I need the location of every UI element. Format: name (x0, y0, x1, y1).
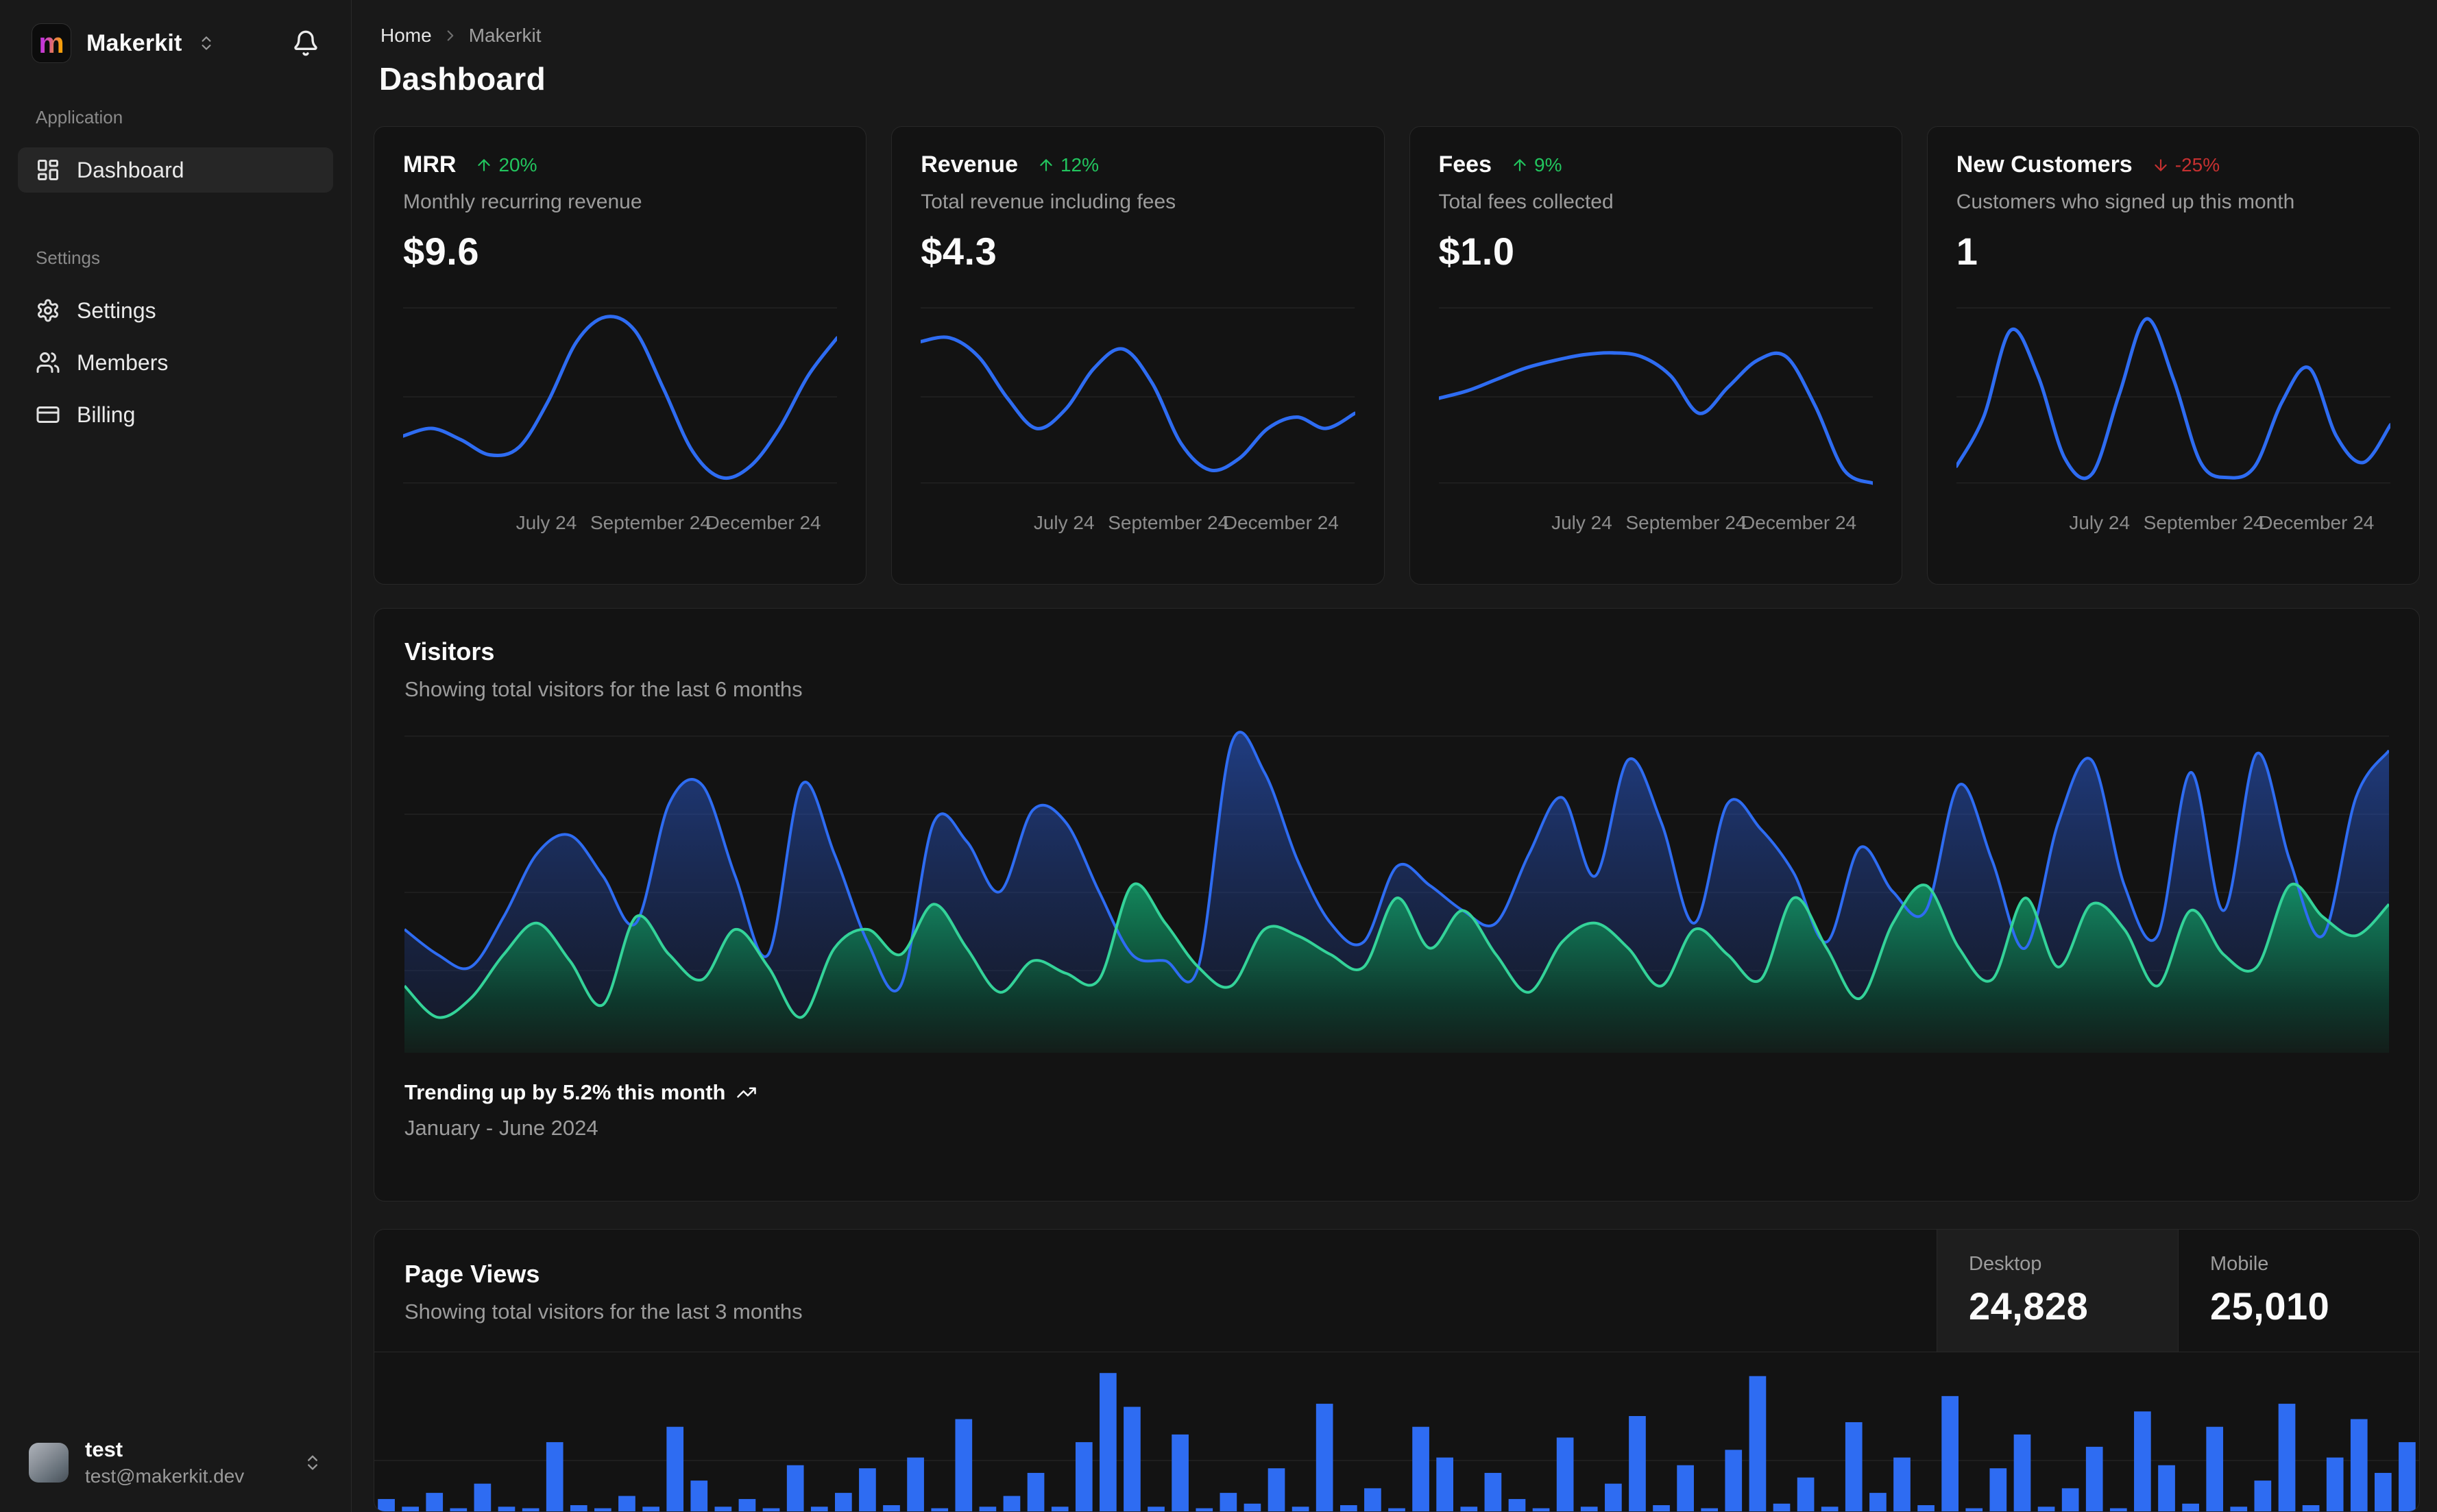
stat-cards-row: MRR 20% Monthly recurring revenue $9.6 J… (374, 126, 2420, 585)
toggle-mobile[interactable]: Mobile 25,010 (2178, 1230, 2419, 1352)
x-axis-labels: July 24September 24December 24 (921, 512, 1355, 537)
nav-section-settings: Settings Settings Members Billing (18, 247, 333, 444)
visitors-trend-text: Trending up by 5.2% this month (404, 1080, 725, 1105)
visitors-title: Visitors (404, 637, 2389, 666)
page-views-card: Page Views Showing total visitors for th… (374, 1229, 2420, 1512)
x-axis-labels: July 24September 24December 24 (1956, 512, 2390, 537)
breadcrumb-current: Makerkit (469, 25, 542, 47)
gear-icon (36, 298, 60, 323)
toggle-value: 25,010 (2210, 1284, 2388, 1328)
stat-value: $1.0 (1439, 229, 1873, 273)
toggle-label: Desktop (1969, 1253, 2146, 1276)
section-label: Application (18, 107, 333, 128)
user-menu[interactable]: test test@makerkit.dev (18, 1430, 333, 1494)
user-name: test (85, 1437, 244, 1462)
stat-title: MRR (403, 151, 456, 178)
main-content: Home Makerkit Dashboard MRR 20% Monthly … (352, 0, 2437, 1512)
sidebar-item-billing[interactable]: Billing (18, 392, 333, 437)
chevrons-up-down-icon (303, 1453, 322, 1472)
sidebar: m Makerkit Application Dashboard Setting… (0, 0, 352, 1512)
stat-card-revenue: Revenue 12% Total revenue including fees… (891, 126, 1384, 585)
nav-section-application: Application Dashboard (18, 107, 333, 199)
arrow-down-icon (2152, 156, 2170, 174)
stat-delta: 9% (1511, 154, 1562, 176)
stat-delta: 12% (1037, 154, 1099, 176)
toggle-label: Mobile (2210, 1253, 2388, 1276)
credit-card-icon (36, 402, 60, 427)
fees-sparkline-chart (1439, 294, 1873, 502)
stat-description: Total fees collected (1439, 191, 1873, 214)
visitors-date-range: January - June 2024 (404, 1116, 2389, 1141)
sidebar-item-label: Members (77, 350, 168, 376)
stat-title: Revenue (921, 151, 1018, 178)
stat-title: Fees (1439, 151, 1492, 178)
page-views-bar-chart (374, 1352, 2419, 1511)
chevron-right-icon (441, 27, 459, 45)
arrow-up-icon (1037, 156, 1055, 174)
visitors-card: Visitors Showing total visitors for the … (374, 608, 2420, 1202)
avatar (29, 1443, 69, 1483)
visitors-subtitle: Showing total visitors for the last 6 mo… (404, 677, 2389, 702)
stat-title: New Customers (1956, 151, 2133, 178)
stat-description: Customers who signed up this month (1956, 191, 2390, 214)
stat-card-fees: Fees 9% Total fees collected $1.0 July 2… (1409, 126, 1902, 585)
stat-delta: -25% (2152, 154, 2220, 176)
breadcrumb: Home Makerkit (374, 25, 2420, 47)
section-label: Settings (18, 247, 333, 269)
trending-up-icon (736, 1082, 757, 1103)
dashboard-icon (36, 158, 60, 182)
stat-delta: 20% (475, 154, 537, 176)
sidebar-item-settings[interactable]: Settings (18, 288, 333, 333)
sidebar-item-label: Billing (77, 402, 135, 428)
sidebar-item-label: Settings (77, 298, 156, 324)
sidebar-item-label: Dashboard (77, 158, 184, 183)
sidebar-item-dashboard[interactable]: Dashboard (18, 147, 333, 193)
toggle-value: 24,828 (1969, 1284, 2146, 1328)
user-email: test@makerkit.dev (85, 1465, 244, 1487)
page-views-subtitle: Showing total visitors for the last 3 mo… (404, 1300, 1906, 1324)
logo-letter: m (38, 29, 64, 58)
notifications-bell-icon[interactable] (292, 29, 319, 57)
stat-description: Total revenue including fees (921, 191, 1355, 214)
page-title: Dashboard (374, 60, 2420, 97)
sidebar-item-members[interactable]: Members (18, 340, 333, 385)
visitors-footer: Trending up by 5.2% this month January -… (404, 1080, 2389, 1141)
toggle-desktop[interactable]: Desktop 24,828 (1937, 1230, 2178, 1352)
stat-card-mrr: MRR 20% Monthly recurring revenue $9.6 J… (374, 126, 866, 585)
app-logo: m (32, 23, 71, 63)
workspace-name: Makerkit (86, 30, 182, 57)
visitors-area-chart (404, 731, 2389, 1053)
stat-value: 1 (1956, 229, 2390, 273)
team-switcher[interactable]: m Makerkit (18, 23, 333, 63)
x-axis-labels: July 24September 24December 24 (403, 512, 837, 537)
breadcrumb-home-link[interactable]: Home (380, 25, 432, 47)
stat-value: $4.3 (921, 229, 1355, 273)
mrr-sparkline-chart (403, 294, 837, 502)
revenue-sparkline-chart (921, 294, 1355, 502)
new-customers-sparkline-chart (1956, 294, 2390, 502)
stat-value: $9.6 (403, 229, 837, 273)
x-axis-labels: July 24September 24December 24 (1439, 512, 1873, 537)
chevrons-up-down-icon (197, 34, 215, 52)
page-views-title: Page Views (404, 1260, 1906, 1289)
arrow-up-icon (1511, 156, 1529, 174)
users-icon (36, 350, 60, 375)
stat-description: Monthly recurring revenue (403, 191, 837, 214)
arrow-up-icon (475, 156, 493, 174)
page-views-header: Page Views Showing total visitors for th… (374, 1230, 2419, 1352)
stat-card-new-customers: New Customers -25% Customers who signed … (1927, 126, 2420, 585)
